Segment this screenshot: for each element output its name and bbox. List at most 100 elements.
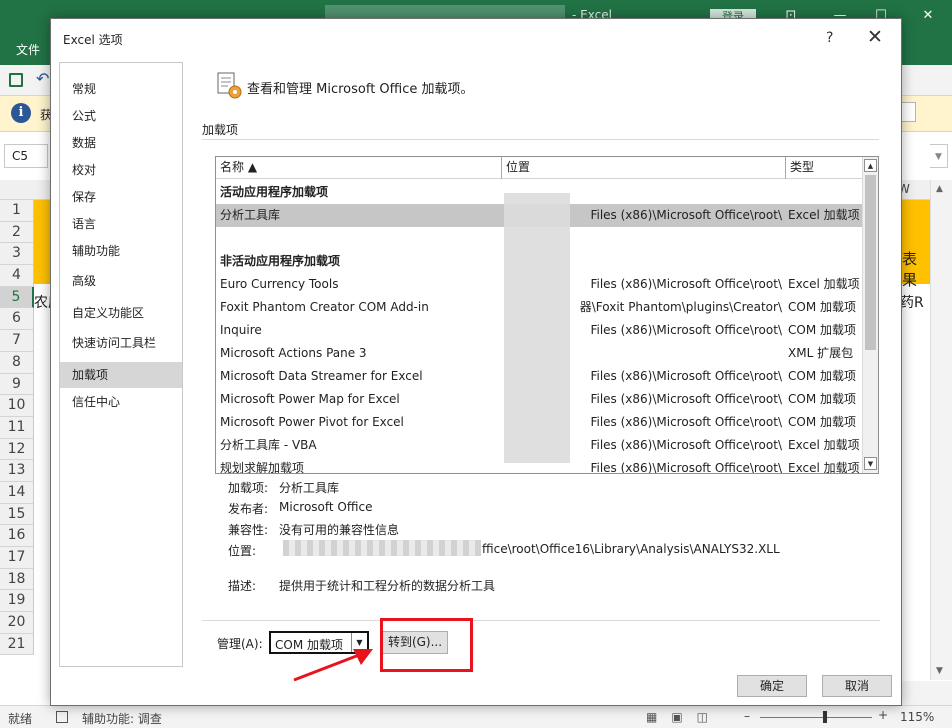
nav-item[interactable]: 辅助功能 xyxy=(60,238,182,264)
excel-options-dialog: Excel 选项 ? ✕ 常规 公式 数据 校对 保存 语言 辅助功能高级自定义功能区 快速访… xyxy=(50,18,902,706)
undo-icon[interactable]: ↶ xyxy=(36,69,49,88)
nav-item[interactable]: 高级 xyxy=(60,268,182,294)
row-header[interactable]: 1 xyxy=(0,200,34,222)
row-header[interactable]: 13 xyxy=(0,460,34,482)
highlight-box xyxy=(380,618,473,672)
table-header: 名称 ▲ 位置 类型 xyxy=(216,157,862,179)
addin-type: XML 扩展包 xyxy=(788,346,854,360)
ok-button[interactable]: 确定 xyxy=(737,675,807,697)
red-arrow-annotation xyxy=(293,649,373,682)
table-scroll-down-icon[interactable]: ▼ xyxy=(864,457,877,470)
addin-name: Foxit Phantom Creator COM Add-in xyxy=(220,300,429,314)
row-header[interactable]: 8 xyxy=(0,351,34,374)
row-header[interactable]: 12 xyxy=(0,438,34,461)
row-headers: 1 2 3 4 5 6 7 8 9 10 11 12 13 14 15 16 17 18 19 20 21 xyxy=(0,200,34,656)
addins-table: 名称 ▲ 位置 类型 活动应用程序加载项 分析工具库 Files (x86)\Mic… xyxy=(215,156,879,474)
row-header[interactable]: 7 xyxy=(0,330,34,352)
addin-type: Excel 加载项 xyxy=(788,208,860,222)
status-bar: 就绪 辅助功能: 调查 ▦▣◫ – + 115% xyxy=(0,705,952,728)
options-nav: 常规 公式 数据 校对 保存 语言 辅助功能高级自定义功能区 快速访问工具栏 加载项 信任中心 xyxy=(59,62,183,667)
message-bar-button[interactable] xyxy=(900,102,916,122)
row-header[interactable]: 16 xyxy=(0,525,34,547)
addin-type: Excel 加载项 xyxy=(788,461,860,474)
scroll-down-icon[interactable]: ▼ xyxy=(936,666,943,676)
scroll-up-icon[interactable]: ▲ xyxy=(936,184,943,194)
status-ready: 就绪 xyxy=(8,712,33,726)
help-icon[interactable]: ? xyxy=(826,30,833,46)
cell-row5-right[interactable]: 药R xyxy=(900,292,924,312)
info-icon: i xyxy=(11,103,31,123)
nav-item[interactable]: 快速访问工具栏 xyxy=(60,330,182,356)
row-header[interactable]: 11 xyxy=(0,416,34,439)
zoom-slider-knob[interactable] xyxy=(823,711,827,723)
name-box[interactable]: C5 xyxy=(4,144,48,168)
addin-name: Euro Currency Tools xyxy=(220,277,339,291)
dialog-title: Excel 选项 xyxy=(63,33,123,47)
addin-name: Inquire xyxy=(220,323,262,337)
detail-addin-value: 分析工具库 xyxy=(279,481,340,495)
row-header[interactable]: 5 xyxy=(0,286,34,309)
row-header[interactable]: 10 xyxy=(0,395,34,417)
table-scrollbar[interactable]: ▲ ▼ xyxy=(862,157,878,473)
cell-text-right: 表果 xyxy=(902,250,918,289)
nav-item[interactable]: 公式 xyxy=(60,103,182,129)
close-icon[interactable]: ✕ xyxy=(867,26,883,48)
nav-item[interactable]: 保存 xyxy=(60,184,182,210)
addin-name: Microsoft Actions Pane 3 xyxy=(220,346,367,360)
addin-type: Excel 加载项 xyxy=(788,438,860,452)
detail-compat-value: 没有可用的兼容性信息 xyxy=(279,523,400,537)
row-header[interactable]: 21 xyxy=(0,633,34,656)
formula-expand-icon[interactable]: ▼ xyxy=(930,144,948,168)
nav-item[interactable]: 数据 xyxy=(60,130,182,156)
zoom-in-icon[interactable]: + xyxy=(878,708,888,722)
addin-type: COM 加载项 xyxy=(788,323,856,337)
nav-item[interactable]: 信任中心 xyxy=(60,389,182,415)
nav-item[interactable]: 语言 xyxy=(60,211,182,237)
row-header[interactable]: 18 xyxy=(0,568,34,591)
column-header-name[interactable]: 名称 ▲ xyxy=(216,157,502,179)
blurred-path xyxy=(283,540,481,556)
highlighted-cells-right: 表果 xyxy=(900,200,930,289)
addin-name: Microsoft Data Streamer for Excel xyxy=(220,369,423,383)
manage-divider xyxy=(202,620,880,621)
addin-name: 规划求解加载项 xyxy=(220,461,305,474)
row-header[interactable]: 2 xyxy=(0,221,34,244)
table-scroll-thumb[interactable] xyxy=(865,175,876,350)
nav-item[interactable]: 自定义功能区 xyxy=(60,300,182,326)
row-header[interactable]: 6 xyxy=(0,308,34,331)
row-header[interactable]: 17 xyxy=(0,547,34,569)
table-scroll-up-icon[interactable]: ▲ xyxy=(864,159,877,172)
file-tab[interactable]: 文件 xyxy=(16,41,40,58)
detail-location-label: 位置: xyxy=(228,544,257,558)
addin-name: 分析工具库 xyxy=(220,208,281,222)
row-header[interactable]: 9 xyxy=(0,373,34,396)
zoom-level[interactable]: 115% xyxy=(900,710,934,724)
row-header[interactable]: 15 xyxy=(0,503,34,526)
window-close-icon[interactable]: ✕ xyxy=(918,8,938,23)
zoom-out-icon[interactable]: – xyxy=(744,709,750,723)
status-accessibility[interactable]: 辅助功能: 调查 xyxy=(82,710,162,727)
sheet-vertical-scrollbar[interactable]: ▲ ▼ xyxy=(930,180,952,680)
addin-type: Excel 加载项 xyxy=(788,277,860,291)
cancel-button[interactable]: 取消 xyxy=(822,675,892,697)
addin-type: COM 加载项 xyxy=(788,369,856,383)
addin-name: 分析工具库 - VBA xyxy=(220,438,317,452)
row-header[interactable]: 14 xyxy=(0,481,34,504)
row-header[interactable]: 20 xyxy=(0,612,34,634)
row-header[interactable]: 3 xyxy=(0,243,34,266)
save-icon[interactable] xyxy=(9,73,23,87)
zoom-slider-track[interactable] xyxy=(760,717,872,718)
addin-type: COM 加载项 xyxy=(788,392,856,406)
addin-type: COM 加载项 xyxy=(788,300,856,314)
detail-publisher-label: 发布者: xyxy=(228,502,269,516)
column-header-type[interactable]: 类型 xyxy=(786,157,862,179)
row-header[interactable]: 19 xyxy=(0,590,34,613)
nav-item[interactable]: 常规 xyxy=(60,76,182,102)
detail-location-value: ffice\root\Office16\Library\Analysis\ANA… xyxy=(482,542,780,556)
view-buttons[interactable]: ▦▣◫ xyxy=(646,710,722,724)
nav-item[interactable]: 校对 xyxy=(60,157,182,183)
row-header[interactable]: 4 xyxy=(0,265,34,287)
nav-item[interactable]: 加载项 xyxy=(60,362,182,388)
column-header-location[interactable]: 位置 xyxy=(502,157,786,179)
accessibility-icon[interactable] xyxy=(56,711,68,723)
